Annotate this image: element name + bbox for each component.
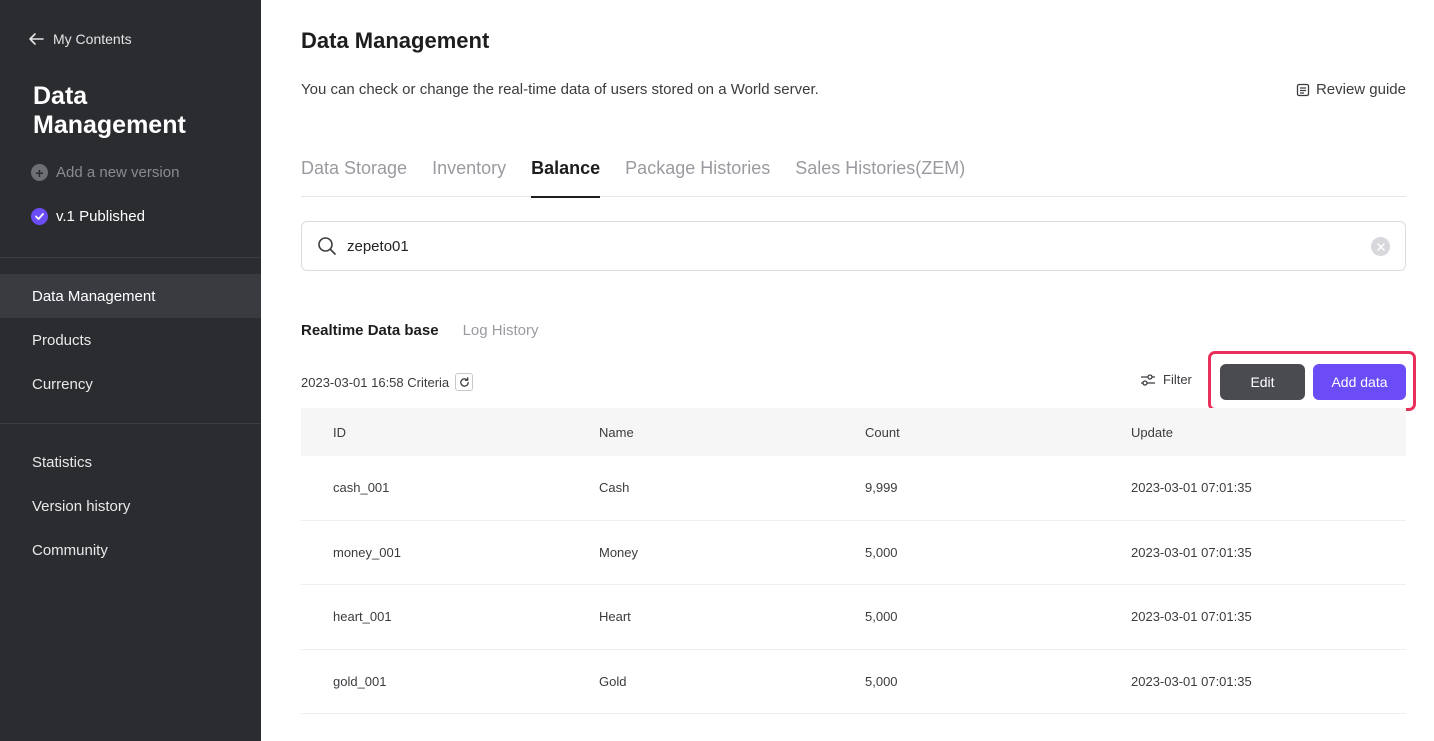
document-icon [1296, 83, 1310, 96]
filter-button[interactable]: Filter [1140, 372, 1192, 387]
published-label: v.1 Published [56, 208, 145, 225]
criteria-info: 2023-03-01 16:58 Criteria [301, 373, 474, 391]
cell-name: Cash [599, 480, 630, 496]
edit-button[interactable]: Edit [1220, 364, 1305, 400]
back-link[interactable]: My Contents [27, 30, 132, 48]
published-version[interactable]: v.1 Published [31, 208, 145, 225]
search-box [301, 221, 1406, 271]
tab-bar: Data Storage Inventory Balance Package H… [301, 140, 1406, 198]
balance-table: ID Name Count Update cash_001 Cash 9,999… [301, 408, 1406, 714]
column-header-name: Name [599, 424, 634, 440]
table-row[interactable]: gold_001 Gold 5,000 2023-03-01 07:01:35 [301, 650, 1406, 714]
cell-id: gold_001 [333, 673, 387, 689]
column-header-update: Update [1131, 424, 1173, 440]
column-header-id: ID [333, 424, 346, 440]
table-row[interactable]: money_001 Money 5,000 2023-03-01 07:01:3… [301, 521, 1406, 585]
column-header-count: Count [865, 424, 900, 440]
tab-data-storage[interactable]: Data Storage [301, 140, 407, 197]
review-guide-label: Review guide [1315, 81, 1406, 98]
cell-count: 5,000 [865, 609, 898, 625]
sidebar: My Contents Data Management + Add a new … [0, 0, 261, 741]
sidebar-item-community[interactable]: Community [0, 528, 261, 572]
sidebar-divider [0, 423, 261, 424]
sidebar-divider [0, 257, 261, 258]
filter-label: Filter [1163, 372, 1192, 387]
main-content: Data Management You can check or change … [261, 0, 1434, 741]
cell-update: 2023-03-01 07:01:35 [1131, 673, 1252, 689]
sidebar-item-statistics[interactable]: Statistics [0, 440, 261, 484]
cell-id: cash_001 [333, 480, 390, 496]
clear-search-button[interactable] [1371, 237, 1390, 256]
refresh-icon [459, 376, 469, 387]
page-description: You can check or change the real-time da… [301, 81, 819, 98]
back-link-label: My Contents [53, 31, 132, 47]
add-version-label: Add a new version [56, 164, 180, 181]
review-guide-link[interactable]: Review guide [1296, 81, 1406, 98]
sidebar-item-version-history[interactable]: Version history [0, 484, 261, 528]
tab-balance[interactable]: Balance [531, 140, 601, 198]
page-title: Data Management [301, 28, 490, 53]
subtab-log-history[interactable]: Log History [463, 322, 539, 339]
cell-name: Heart [599, 609, 631, 625]
cell-id: money_001 [333, 544, 401, 560]
refresh-button[interactable] [455, 373, 474, 391]
table-row[interactable]: heart_001 Heart 5,000 2023-03-01 07:01:3… [301, 585, 1406, 650]
sliders-icon [1141, 373, 1155, 386]
cell-name: Gold [599, 673, 627, 689]
cell-update: 2023-03-01 07:01:35 [1131, 609, 1252, 625]
add-data-button[interactable]: Add data [1313, 364, 1406, 400]
tab-package-histories[interactable]: Package Histories [625, 140, 770, 197]
tab-inventory[interactable]: Inventory [432, 140, 506, 197]
criteria-label: 2023-03-01 16:58 Criteria [301, 374, 450, 390]
sidebar-title: Data Management [33, 82, 186, 139]
cell-count: 5,000 [865, 673, 898, 689]
subtab-realtime-database[interactable]: Realtime Data base [301, 322, 439, 339]
subtab-bar: Realtime Data base Log History [301, 322, 538, 339]
add-version-button[interactable]: + Add a new version [31, 164, 179, 181]
sidebar-item-products[interactable]: Products [0, 318, 261, 362]
table-row[interactable]: cash_001 Cash 9,999 2023-03-01 07:01:35 [301, 456, 1406, 521]
arrow-left-icon [29, 33, 44, 45]
cell-count: 9,999 [865, 480, 898, 496]
cell-update: 2023-03-01 07:01:35 [1131, 480, 1252, 496]
tab-sales-histories[interactable]: Sales Histories(ZEM) [795, 140, 965, 197]
search-input[interactable] [347, 237, 1327, 255]
sidebar-item-currency[interactable]: Currency [0, 362, 261, 406]
cell-count: 5,000 [865, 544, 898, 560]
table-header: ID Name Count Update [301, 408, 1406, 456]
plus-circle-icon: + [31, 164, 48, 181]
check-circle-icon [31, 208, 48, 225]
cell-update: 2023-03-01 07:01:35 [1131, 544, 1252, 560]
cell-id: heart_001 [333, 609, 392, 625]
close-icon [1376, 242, 1385, 251]
cell-name: Money [599, 544, 639, 560]
sidebar-item-data-management[interactable]: Data Management [0, 274, 261, 318]
search-icon [318, 237, 336, 255]
